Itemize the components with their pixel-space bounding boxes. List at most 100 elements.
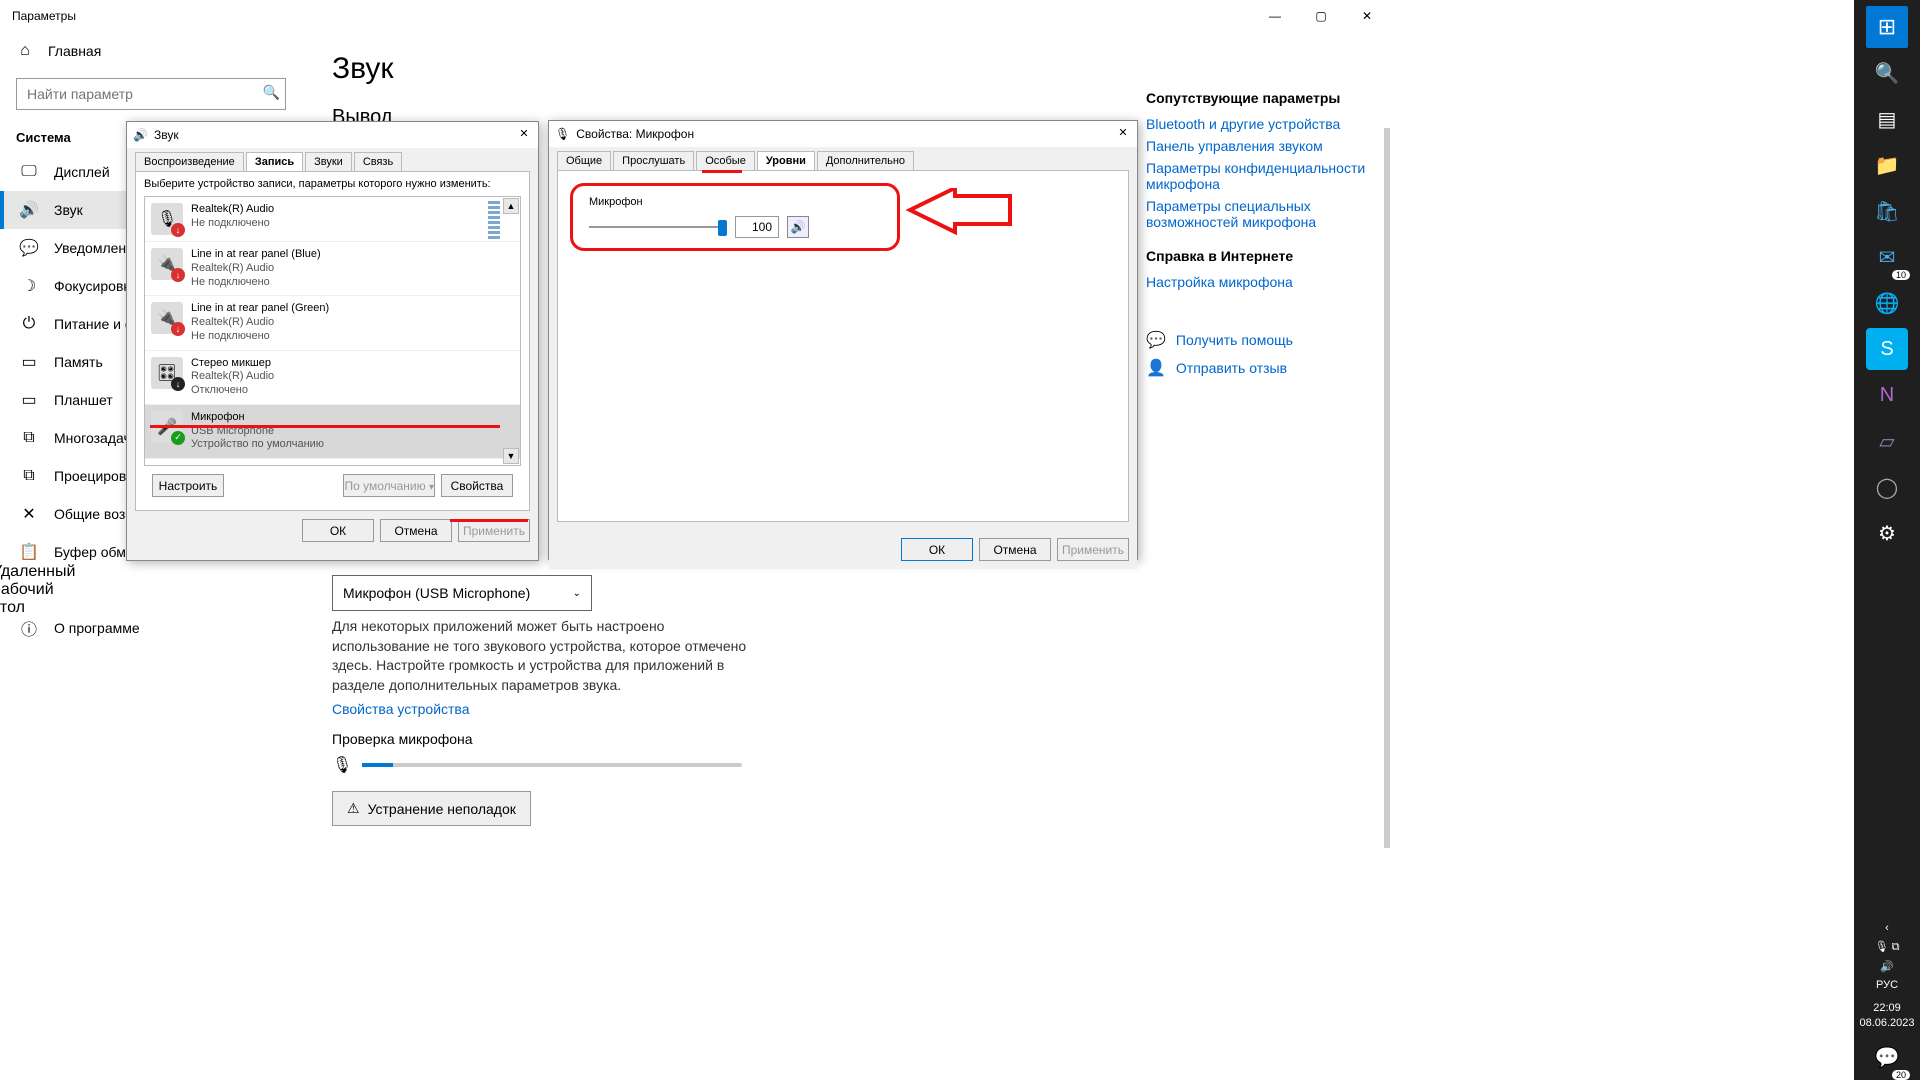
search-input[interactable] bbox=[16, 78, 286, 110]
close-icon[interactable]: ✕ bbox=[1115, 126, 1131, 142]
props-titlebar[interactable]: 🎙 Свойства: Микрофон ✕ bbox=[549, 121, 1137, 147]
onenote-icon[interactable]: N bbox=[1866, 374, 1908, 416]
device-item[interactable]: 🎙↓Realtek(R) AudioНе подключено bbox=[145, 197, 520, 242]
tray-expand-icon[interactable]: ‹ bbox=[1885, 922, 1889, 934]
apply-button[interactable]: Применить bbox=[458, 519, 530, 542]
tab-recording[interactable]: Запись bbox=[246, 152, 303, 171]
system-tray: ‹ 🎙 ⧉ 🔊 РУС bbox=[1854, 916, 1920, 997]
get-help-link[interactable]: Получить помощь bbox=[1176, 332, 1293, 348]
store-icon[interactable]: 🛍 bbox=[1866, 190, 1908, 232]
feedback-link[interactable]: Отправить отзыв bbox=[1176, 360, 1287, 376]
related-link[interactable]: Параметры специальных возможностей микро… bbox=[1146, 198, 1370, 230]
feedback-row[interactable]: 👤 Отправить отзыв bbox=[1146, 358, 1370, 378]
settings-taskbar-icon[interactable]: ⚙ bbox=[1866, 512, 1908, 554]
tab-advanced[interactable]: Дополнительно bbox=[817, 151, 914, 170]
properties-button[interactable]: Свойства bbox=[441, 474, 513, 497]
cancel-button[interactable]: Отмена bbox=[380, 519, 452, 542]
device-icon: 🔌↓ bbox=[151, 302, 183, 334]
device-name: Микрофон bbox=[191, 411, 324, 425]
related-link[interactable]: Bluetooth и другие устройства bbox=[1146, 116, 1370, 132]
device-name: Line in at rear panel (Green) bbox=[191, 302, 329, 316]
tab-levels[interactable]: Уровни bbox=[757, 151, 815, 170]
device-item[interactable]: 🎤↓МикрофонVoicemod Virtual Audio Device … bbox=[145, 459, 520, 466]
sidebar-item-icon: 📋 bbox=[20, 543, 38, 561]
explorer-icon[interactable]: 📁 bbox=[1866, 144, 1908, 186]
close-icon[interactable]: ✕ bbox=[516, 127, 532, 143]
tray-language[interactable]: РУС bbox=[1876, 979, 1898, 991]
task-view-icon[interactable]: ▤ bbox=[1866, 98, 1908, 140]
minimize-button[interactable]: — bbox=[1252, 0, 1298, 32]
sound-dialog-titlebar[interactable]: 🔊 Звук ✕ bbox=[127, 122, 538, 148]
feedback-icon: 👤 bbox=[1146, 358, 1166, 378]
sidebar-home[interactable]: ⌂ Главная bbox=[0, 32, 302, 70]
annotation-underline bbox=[702, 170, 742, 173]
tab-communications[interactable]: Связь bbox=[354, 152, 402, 171]
home-icon: ⌂ bbox=[16, 42, 34, 60]
props-tabs: Общие Прослушать Особые Уровни Дополните… bbox=[549, 147, 1137, 170]
ok-button[interactable]: ОК bbox=[901, 538, 973, 561]
configure-button[interactable]: Настроить bbox=[152, 474, 224, 497]
sidebar-item-icon: ☽ bbox=[20, 277, 38, 295]
settings-titlebar: Параметры — ▢ ✕ bbox=[0, 0, 1390, 32]
device-status: Не подключено bbox=[191, 217, 274, 231]
microphone-icon: 🎙 bbox=[332, 755, 352, 775]
related-link[interactable]: Параметры конфиденциальности микрофона bbox=[1146, 160, 1370, 192]
taskbar-clock[interactable]: 22:09 08.06.2023 bbox=[1859, 997, 1914, 1034]
recording-instruction: Выберите устройство записи, параметры ко… bbox=[144, 178, 521, 190]
troubleshoot-button[interactable]: ⚠ Устранение неполадок bbox=[332, 791, 531, 826]
clock-date: 08.06.2023 bbox=[1859, 1016, 1914, 1030]
tab-sounds[interactable]: Звуки bbox=[305, 152, 352, 171]
sound-dialog-title: Звук bbox=[154, 128, 179, 142]
app-icon[interactable]: ◯ bbox=[1866, 466, 1908, 508]
app-icon[interactable]: ▱ bbox=[1866, 420, 1908, 462]
clock-time: 22:09 bbox=[1859, 1001, 1914, 1015]
tray-mic-icon[interactable]: 🎙 ⧉ bbox=[1875, 940, 1900, 954]
mic-level-slider[interactable] bbox=[589, 226, 727, 228]
device-item[interactable]: 🎤✓МикрофонUSB MicrophoneУстройство по ум… bbox=[145, 405, 520, 459]
search-taskbar-icon[interactable]: 🔍 bbox=[1866, 52, 1908, 94]
related-panel: Сопутствующие параметры Bluetooth и друг… bbox=[1146, 32, 1390, 378]
help-heading: Справка в Интернете bbox=[1146, 248, 1370, 264]
ok-button[interactable]: ОК bbox=[302, 519, 374, 542]
device-icon: 🎛↓ bbox=[151, 357, 183, 389]
input-device-value: Микрофон (USB Microphone) bbox=[343, 585, 530, 601]
tab-listen[interactable]: Прослушать bbox=[613, 151, 694, 170]
sidebar-item[interactable]: >Удаленный рабочий стол bbox=[0, 571, 302, 609]
cancel-button[interactable]: Отмена bbox=[979, 538, 1051, 561]
device-status: Не подключено bbox=[191, 330, 329, 344]
main-scrollbar[interactable] bbox=[1384, 128, 1390, 848]
props-title: Свойства: Микрофон bbox=[576, 127, 694, 141]
tab-general[interactable]: Общие bbox=[557, 151, 611, 170]
input-device-select[interactable]: Микрофон (USB Microphone) ⌄ bbox=[332, 575, 592, 611]
device-properties-link[interactable]: Свойства устройства bbox=[332, 701, 1360, 717]
mail-icon[interactable]: ✉ bbox=[1866, 236, 1908, 278]
annotation-underline bbox=[450, 519, 528, 522]
tray-volume-icon[interactable]: 🔊 bbox=[1880, 960, 1894, 973]
help-link[interactable]: Настройка микрофона bbox=[1146, 274, 1370, 290]
set-default-button[interactable]: По умолчанию ▾ bbox=[343, 474, 435, 497]
close-button[interactable]: ✕ bbox=[1344, 0, 1390, 32]
mic-test-row: 🎙 bbox=[332, 755, 1360, 775]
sidebar-item-icon: ▭ bbox=[20, 353, 38, 371]
tab-playback[interactable]: Воспроизведение bbox=[135, 152, 244, 171]
start-button[interactable]: ⊞ bbox=[1866, 6, 1908, 48]
mic-level-value[interactable] bbox=[735, 216, 779, 238]
skype-icon[interactable]: S bbox=[1866, 328, 1908, 370]
device-item[interactable]: 🔌↓Line in at rear panel (Green)Realtek(R… bbox=[145, 296, 520, 350]
scroll-up-button[interactable]: ▲ bbox=[503, 198, 519, 214]
sidebar-item-label: Удаленный рабочий стол bbox=[0, 563, 75, 617]
maximize-button[interactable]: ▢ bbox=[1298, 0, 1344, 32]
chevron-down-icon: ⌄ bbox=[573, 588, 581, 599]
mute-button[interactable]: 🔊 bbox=[787, 216, 809, 238]
device-item[interactable]: 🔌↓Line in at rear panel (Blue)Realtek(R)… bbox=[145, 242, 520, 296]
notifications-icon[interactable]: 💬 bbox=[1866, 1036, 1908, 1078]
related-link[interactable]: Панель управления звуком bbox=[1146, 138, 1370, 154]
edge-icon[interactable]: 🌐 bbox=[1866, 282, 1908, 324]
scroll-down-button[interactable]: ▼ bbox=[503, 448, 519, 464]
device-item[interactable]: 🎛↓Стерео микшерRealtek(R) AudioОтключено bbox=[145, 351, 520, 405]
tab-custom[interactable]: Особые bbox=[696, 151, 755, 170]
annotation-underline bbox=[150, 425, 500, 428]
slider-thumb[interactable] bbox=[718, 220, 727, 236]
get-help-row[interactable]: 💬 Получить помощь bbox=[1146, 330, 1370, 350]
apply-button[interactable]: Применить bbox=[1057, 538, 1129, 561]
